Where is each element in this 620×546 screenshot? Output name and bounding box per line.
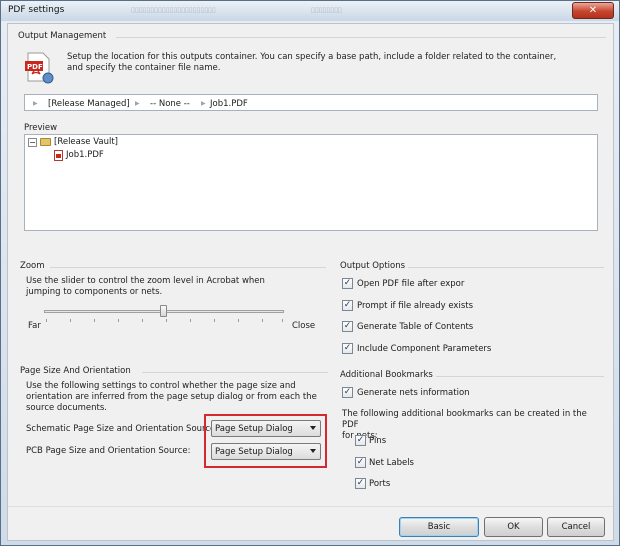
slider-tick xyxy=(142,319,143,322)
pins-checkbox[interactable]: ✓ xyxy=(355,435,366,446)
output-management-section: Output Management PDF Setup the location… xyxy=(8,24,613,256)
path-segment-folder[interactable]: -- None -- xyxy=(150,99,190,109)
slider-tick xyxy=(262,319,263,322)
open-pdf-label[interactable]: Open PDF file after expor xyxy=(357,279,464,289)
description-line: Use the slider to control the zoom level… xyxy=(26,276,265,286)
pdf-settings-window: PDF settings ✕ Output Management PDF Set… xyxy=(0,0,620,546)
divider xyxy=(50,267,326,268)
include-params-checkbox[interactable]: ✓ xyxy=(342,343,353,354)
bookmarks-heading: Additional Bookmarks xyxy=(340,370,433,380)
slider-tick xyxy=(238,319,239,322)
path-arrow-icon: ▶ xyxy=(201,100,206,107)
schematic-source-select[interactable]: Page Setup Dialog xyxy=(211,420,321,437)
button-bar: Basic OK Cancel xyxy=(8,506,613,540)
pcb-source-select[interactable]: Page Setup Dialog xyxy=(211,443,321,460)
open-pdf-checkbox[interactable]: ✓ xyxy=(342,278,353,289)
schematic-source-value: Page Setup Dialog xyxy=(215,424,293,434)
page-size-section: Page Size And Orientation Use the follow… xyxy=(16,364,332,504)
dialog-body: Output Management PDF Setup the location… xyxy=(7,23,614,541)
page-size-description: Use the following settings to control wh… xyxy=(26,381,332,414)
description-line: and specify the container file name. xyxy=(67,63,221,73)
slider-tick xyxy=(70,319,71,322)
output-path-bar[interactable]: ▶ [Release Managed] ▶ -- None -- ▶ Job1.… xyxy=(24,94,598,111)
path-arrow-icon: ▶ xyxy=(135,100,140,107)
preview-tree[interactable]: − [Release Vault] Job1.PDF xyxy=(24,134,598,231)
slider-tick xyxy=(94,319,95,322)
slider-tick xyxy=(118,319,119,322)
divider xyxy=(408,267,604,268)
description-line: orientation are inferred from the page s… xyxy=(26,392,317,402)
zoom-section: Zoom Use the slider to control the zoom … xyxy=(16,259,328,364)
pdf-file-icon: PDF xyxy=(24,52,54,84)
path-segment-base[interactable]: [Release Managed] xyxy=(48,99,130,109)
pins-label[interactable]: Pins xyxy=(369,436,386,446)
bookmarks-section: Additional Bookmarks ✓ Generate nets inf… xyxy=(336,368,606,504)
background-ghost-text: ▯▯▯▯▯▯▯▯▯▯▯▯▯▯▯▯▯▯▯▯▯▯ xyxy=(131,6,216,14)
generate-toc-label[interactable]: Generate Table of Contents xyxy=(357,322,473,332)
ports-checkbox[interactable]: ✓ xyxy=(355,478,366,489)
folder-icon xyxy=(40,138,51,146)
pcb-source-value: Page Setup Dialog xyxy=(215,447,293,457)
background-ghost-text: ▯▯▯▯▯▯▯▯ xyxy=(311,6,342,14)
generate-nets-label[interactable]: Generate nets information xyxy=(357,388,470,398)
zoom-heading: Zoom xyxy=(20,261,45,271)
pcb-source-label: PCB Page Size and Orientation Source: xyxy=(26,446,191,456)
path-segment-file[interactable]: Job1.PDF xyxy=(210,99,248,109)
pdf-icon-mark xyxy=(56,154,61,158)
description-line: source documents. xyxy=(26,403,107,413)
zoom-far-label: Far xyxy=(28,321,41,331)
prompt-exists-checkbox[interactable]: ✓ xyxy=(342,300,353,311)
divider xyxy=(142,372,328,373)
divider xyxy=(436,376,604,377)
path-arrow-icon: ▶ xyxy=(33,100,38,107)
prompt-exists-label[interactable]: Prompt if file already exists xyxy=(357,301,473,311)
ok-button[interactable]: OK xyxy=(484,517,543,537)
zoom-close-label: Close xyxy=(292,321,316,331)
slider-tick xyxy=(190,319,191,322)
cancel-button[interactable]: Cancel xyxy=(547,517,605,537)
net-labels-checkbox[interactable]: ✓ xyxy=(355,457,366,468)
chevron-down-icon xyxy=(310,426,316,430)
output-management-heading: Output Management xyxy=(18,31,107,41)
net-labels-label[interactable]: Net Labels xyxy=(369,458,414,468)
pdf-icon xyxy=(54,150,63,161)
zoom-slider-thumb[interactable] xyxy=(160,305,167,317)
slider-tick xyxy=(282,319,283,322)
description-line: Use the following settings to control wh… xyxy=(26,381,296,391)
schematic-source-label: Schematic Page Size and Orientation Sour… xyxy=(26,424,219,434)
slider-tick xyxy=(46,319,47,322)
tree-node-job1-pdf[interactable]: Job1.PDF xyxy=(66,150,104,160)
chevron-down-icon xyxy=(310,449,316,453)
output-options-heading: Output Options xyxy=(340,261,406,271)
slider-tick xyxy=(214,319,215,322)
tree-collapse-toggle[interactable]: − xyxy=(28,138,37,147)
generate-nets-checkbox[interactable]: ✓ xyxy=(342,387,353,398)
description-line: Setup the location for this outputs cont… xyxy=(67,52,557,62)
divider xyxy=(116,37,606,38)
description-line: jumping to components or nets. xyxy=(26,287,163,297)
generate-toc-checkbox[interactable]: ✓ xyxy=(342,321,353,332)
include-params-label[interactable]: Include Component Parameters xyxy=(357,344,491,354)
title-bar[interactable]: PDF settings ✕ xyxy=(1,1,619,21)
output-management-description: Setup the location for this outputs cont… xyxy=(67,52,607,74)
close-button[interactable]: ✕ xyxy=(572,2,614,19)
slider-tick xyxy=(166,319,167,322)
preview-heading: Preview xyxy=(24,123,58,133)
zoom-slider[interactable] xyxy=(42,305,286,327)
zoom-description: Use the slider to control the zoom level… xyxy=(26,276,326,298)
window-title: PDF settings xyxy=(8,5,65,15)
page-size-heading: Page Size And Orientation xyxy=(20,366,131,376)
output-options-section: Output Options ✓ Open PDF file after exp… xyxy=(336,259,606,364)
tree-node-release-vault[interactable]: [Release Vault] xyxy=(54,137,118,147)
basic-button[interactable]: Basic xyxy=(399,517,479,537)
ports-label[interactable]: Ports xyxy=(369,479,390,489)
description-line: The following additional bookmarks can b… xyxy=(342,409,587,430)
